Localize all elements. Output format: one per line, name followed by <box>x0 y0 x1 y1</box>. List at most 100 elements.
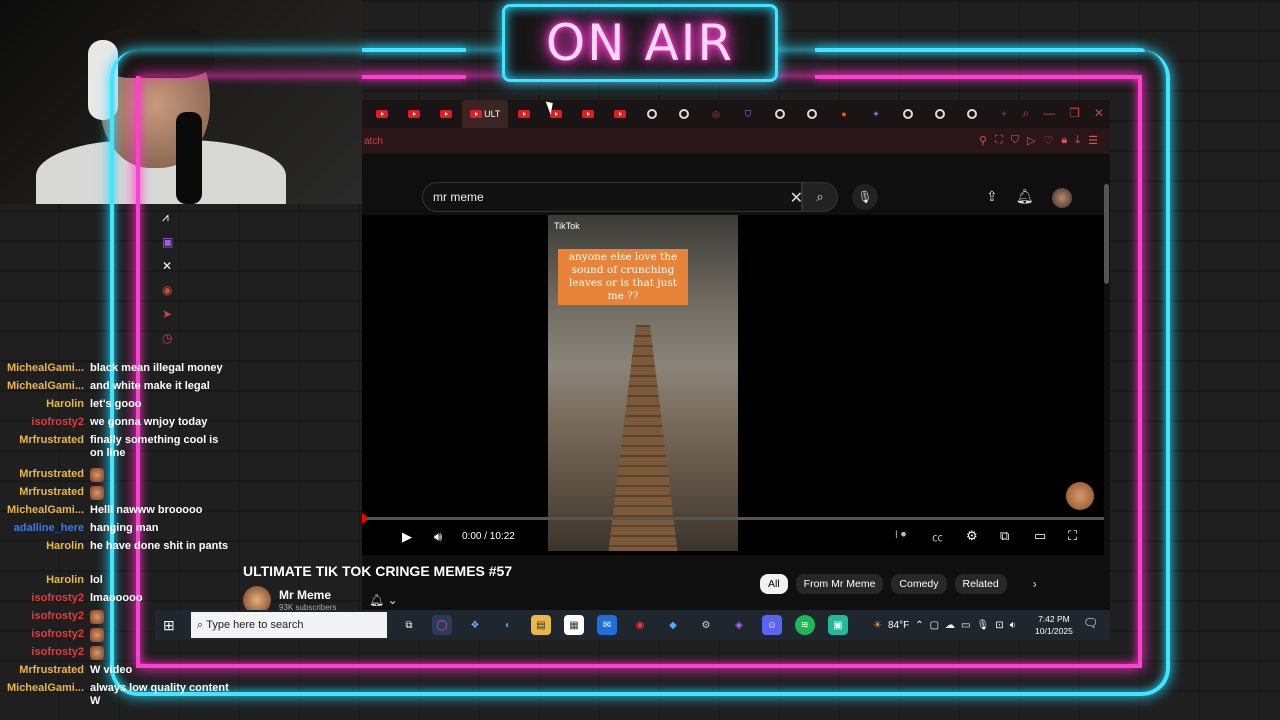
tab-active[interactable]: ULT <box>462 100 508 128</box>
fullscreen-icon[interactable]: ⛶ <box>1068 528 1077 544</box>
sidebar-icon-a[interactable]: ⩘ <box>162 210 173 225</box>
app-icon[interactable]: ▣ <box>828 615 848 635</box>
scrollbar[interactable] <box>1104 184 1109 284</box>
microphone-icon[interactable]: 🎙︎ <box>977 620 990 631</box>
lock-icon[interactable]: 🔒︎ <box>1061 134 1067 147</box>
heart-icon[interactable]: ♡ <box>1044 134 1054 147</box>
discord-icon[interactable]: ☺ <box>762 615 782 635</box>
chat-username[interactable]: Harolin <box>46 540 84 553</box>
chip-all[interactable]: All <box>760 574 788 594</box>
steam-icon[interactable]: ⚙ <box>696 615 716 635</box>
copilot-icon[interactable]: ❖ <box>465 615 485 635</box>
x-icon[interactable]: ✕ <box>162 259 173 273</box>
tab-youtube[interactable] <box>540 100 572 128</box>
chat-username[interactable]: MichealGami... <box>7 504 84 517</box>
outlook-icon[interactable]: ✉ <box>597 615 617 635</box>
tab-google[interactable] <box>668 100 700 128</box>
tab-search-icon[interactable]: ⌕ <box>1022 106 1029 121</box>
send-icon[interactable]: ➤ <box>162 307 173 321</box>
weather-temp[interactable]: 84°F <box>888 620 909 631</box>
upload-icon[interactable]: ⇪ <box>986 188 998 208</box>
chat-username[interactable]: MichealGami... <box>7 380 84 393</box>
chip-comedy[interactable]: Comedy <box>891 574 947 594</box>
app-icon[interactable]: ◆ <box>663 615 683 635</box>
tab-reddit[interactable]: ● <box>828 100 860 128</box>
tab-opera[interactable]: ◎ <box>700 100 732 128</box>
tab-google[interactable] <box>796 100 828 128</box>
floating-avatar[interactable] <box>1066 482 1094 510</box>
chevron-up-icon[interactable]: ⌃ <box>915 620 923 631</box>
tab-gemini[interactable]: ✦ <box>860 100 892 128</box>
new-tab-button[interactable]: + <box>988 100 1020 128</box>
chrome-icon[interactable]: ◉ <box>630 615 650 635</box>
edge-icon[interactable]: ◐ <box>498 615 518 635</box>
clear-search-icon[interactable]: ✕ <box>790 188 803 208</box>
chat-username[interactable]: Harolin <box>46 398 84 411</box>
tab-google[interactable] <box>924 100 956 128</box>
address-bar[interactable]: atch ⚲ ⛶ ⛉ ▷ ♡ 🔒︎ ⤓ ☰ <box>362 128 1110 154</box>
tray-icon[interactable]: ▭ <box>961 620 970 631</box>
tab-shield[interactable]: ⛉ <box>732 100 764 128</box>
channel-name[interactable]: Mr Meme <box>279 588 331 602</box>
restore-icon[interactable]: ❐ <box>1069 106 1080 121</box>
tab-google[interactable] <box>892 100 924 128</box>
tab-youtube[interactable] <box>604 100 636 128</box>
tab-youtube[interactable] <box>398 100 430 128</box>
volume-icon[interactable]: 🔊︎ <box>434 529 442 545</box>
app-icon[interactable]: ◈ <box>729 615 749 635</box>
close-icon[interactable]: ✕ <box>1094 106 1104 121</box>
chat-username[interactable]: isofrosty2 <box>31 628 84 641</box>
weather-icon[interactable]: ☀ <box>873 620 882 631</box>
chat-username[interactable]: Mrfrustrated <box>19 434 84 447</box>
shield-icon[interactable]: ⛉ <box>1011 134 1019 147</box>
chat-username[interactable]: MichealGami... <box>7 362 84 375</box>
screenshot-icon[interactable]: ⛶ <box>995 134 1003 147</box>
tray-icon[interactable]: ☁ <box>945 620 955 631</box>
tab-youtube[interactable] <box>430 100 462 128</box>
twitch-icon[interactable]: ▣ <box>162 235 173 249</box>
voice-search-button[interactable]: 🎙︎ <box>852 184 878 210</box>
circle-play-icon[interactable]: ◉ <box>162 283 173 297</box>
minimize-icon[interactable]: — <box>1043 106 1055 121</box>
tab-google[interactable] <box>956 100 988 128</box>
chevron-right-icon[interactable]: › <box>1033 577 1037 591</box>
progress-bar[interactable] <box>362 514 1104 523</box>
chat-username[interactable]: isofrosty2 <box>31 592 84 605</box>
search-input[interactable]: mr meme ✕ <box>422 182 803 212</box>
play-button[interactable]: ▶ <box>402 529 412 545</box>
play-icon[interactable]: ▷ <box>1027 134 1035 147</box>
chat-username[interactable]: MichealGami... <box>7 682 84 695</box>
file-explorer-icon[interactable]: ▤ <box>531 615 551 635</box>
pin-icon[interactable]: ⚲ <box>979 134 987 147</box>
tab-youtube[interactable] <box>572 100 604 128</box>
tab-youtube[interactable] <box>508 100 540 128</box>
search-button[interactable]: ⌕ <box>802 182 838 212</box>
spotify-icon[interactable]: ≋ <box>795 615 815 635</box>
network-icon[interactable]: ⊡ <box>995 620 1003 631</box>
chip-from-channel[interactable]: From Mr Meme <box>795 574 884 594</box>
autoplay-toggle[interactable]: ⏽⏺ <box>892 529 906 542</box>
subtitles-icon[interactable]: ㏄ <box>932 529 943 545</box>
opera-gx-icon[interactable]: ◯ <box>432 615 452 635</box>
settings-icon[interactable]: ⚙ <box>966 528 978 544</box>
bell-icon[interactable]: 🔔︎ <box>1016 188 1034 208</box>
video-title[interactable]: ULTIMATE TIK TOK CRINGE MEMES #57 <box>243 563 512 579</box>
miniplayer-icon[interactable]: ⧉ <box>1000 528 1009 544</box>
progress-scrubber[interactable] <box>362 514 367 523</box>
chat-username[interactable]: Mrfrustrated <box>19 486 84 499</box>
chat-username[interactable]: adalline_here <box>14 522 84 535</box>
tab-google[interactable] <box>764 100 796 128</box>
menu-icon[interactable]: ☰ <box>1088 134 1098 147</box>
tray-icon[interactable]: ▢ <box>930 620 939 631</box>
chat-username[interactable]: isofrosty2 <box>31 610 84 623</box>
chat-username[interactable]: isofrosty2 <box>31 416 84 429</box>
subscribe-bell-icon[interactable]: 🔔︎ ⌄ <box>369 593 398 607</box>
chat-username[interactable]: Mrfrustrated <box>19 664 84 677</box>
task-view-icon[interactable]: ⧉ <box>399 615 419 635</box>
theater-mode-icon[interactable]: ▭ <box>1034 528 1046 544</box>
clock-icon[interactable]: ◷ <box>162 331 173 345</box>
chat-username[interactable]: Mrfrustrated <box>19 468 84 481</box>
video-player[interactable]: TikTok anyone else love the sound of cru… <box>362 215 1104 555</box>
chat-username[interactable]: Harolin <box>46 574 84 587</box>
tab-google[interactable] <box>636 100 668 128</box>
